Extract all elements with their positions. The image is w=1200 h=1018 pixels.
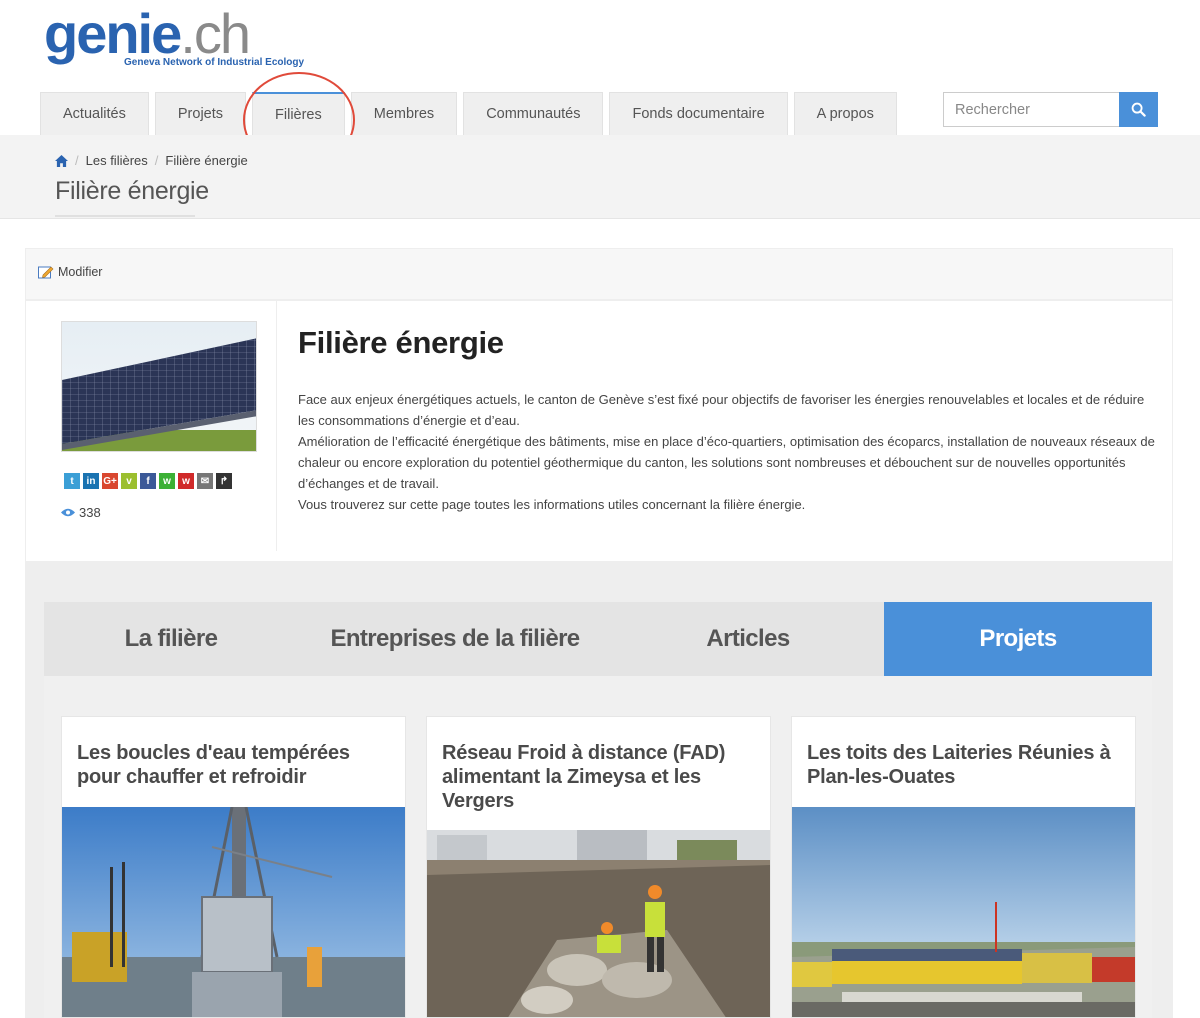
linkedin-icon[interactable]: in	[83, 473, 99, 489]
breadcrumb-item-filieres[interactable]: Les filières	[86, 153, 148, 168]
twitter-icon[interactable]: t	[64, 473, 80, 489]
tab-projets[interactable]: Projets	[884, 602, 1152, 676]
tabs-section: La filière Entreprises de la filière Art…	[25, 562, 1173, 1018]
project-card[interactable]: Réseau Froid à distance (FAD) alimentant…	[426, 716, 771, 1018]
card-title: Les toits des Laiteries Réunies à Plan-l…	[807, 742, 1111, 788]
search-button[interactable]	[1119, 92, 1158, 127]
nav-tab-communautes[interactable]: Communautés	[463, 92, 604, 135]
nav-tab-actualites[interactable]: Actualités	[40, 92, 149, 135]
nav-tab-filieres[interactable]: Filières	[252, 92, 345, 135]
card-image	[62, 807, 405, 1017]
search-box	[943, 92, 1158, 127]
nav-tab-a-propos[interactable]: A propos	[793, 92, 897, 135]
search-icon	[1131, 102, 1146, 117]
card-image	[792, 807, 1135, 1017]
googleplus-icon[interactable]: G+	[102, 473, 118, 489]
solar-panels-image	[61, 321, 257, 452]
page-title: Filière énergie	[55, 177, 209, 205]
project-card[interactable]: Les toits des Laiteries Réunies à Plan-l…	[791, 716, 1136, 1018]
email-icon[interactable]: ✉	[197, 473, 213, 489]
edit-bar: Modifier	[25, 248, 1173, 300]
cards-grid: Les boucles d'eau tempérées pour chauffe…	[44, 676, 1152, 1018]
facebook-icon[interactable]: f	[140, 473, 156, 489]
info-paragraph: Vous trouverez sur cette page toutes les…	[298, 497, 806, 512]
card-image	[427, 830, 770, 1017]
main-nav: Actualités Projets Filières Membres Comm…	[40, 92, 897, 135]
nav-tab-fonds-documentaire[interactable]: Fonds documentaire	[609, 92, 788, 135]
share-icon[interactable]: ↱	[216, 473, 232, 489]
weibo-icon[interactable]: w	[178, 473, 194, 489]
card-title: Réseau Froid à distance (FAD) alimentant…	[442, 742, 726, 812]
site-header: genie.ch Geneva Network of Industrial Ec…	[0, 0, 1200, 135]
info-paragraph: Amélioration de l’efficacité énergétique…	[298, 434, 1155, 491]
breadcrumb-item-current: Filière énergie	[165, 153, 248, 168]
title-band: / Les filières / Filière énergie Filière…	[0, 135, 1200, 219]
info-description: Face aux enjeux énergétiques actuels, le…	[298, 389, 1158, 515]
info-panel: t in G+ v f w w ✉ ↱ 338 Filière énergie …	[25, 300, 1173, 562]
content-tabs: La filière Entreprises de la filière Art…	[44, 602, 1152, 676]
share-bar: t in G+ v f w w ✉ ↱	[64, 473, 232, 489]
wechat-icon[interactable]: w	[159, 473, 175, 489]
edit-label: Modifier	[58, 265, 103, 279]
edit-button[interactable]: Modifier	[38, 265, 102, 279]
info-paragraph: Face aux enjeux énergétiques actuels, le…	[298, 392, 1145, 428]
eye-icon	[61, 508, 75, 517]
nav-tab-membres[interactable]: Membres	[350, 92, 458, 135]
logo-prefix: genie	[44, 2, 182, 65]
tab-articles[interactable]: Articles	[612, 602, 884, 676]
home-icon[interactable]	[55, 154, 68, 167]
info-title: Filière énergie	[298, 325, 504, 360]
view-count-value: 338	[79, 505, 101, 520]
logo-tagline: Geneva Network of Industrial Ecology	[124, 57, 305, 68]
project-card[interactable]: Les boucles d'eau tempérées pour chauffe…	[61, 716, 406, 1018]
viadeo-icon[interactable]: v	[121, 473, 137, 489]
edit-icon	[38, 266, 54, 279]
search-input[interactable]	[943, 92, 1119, 127]
site-logo[interactable]: genie.ch Geneva Network of Industrial Ec…	[44, 2, 304, 72]
nav-tab-projets[interactable]: Projets	[154, 92, 247, 135]
breadcrumb: / Les filières / Filière énergie	[55, 153, 248, 168]
title-underline	[55, 215, 195, 217]
card-title: Les boucles d'eau tempérées pour chauffe…	[77, 742, 350, 788]
logo-suffix: .ch	[180, 2, 251, 65]
info-sidebar: t in G+ v f w w ✉ ↱ 338	[26, 301, 277, 551]
tab-la-filiere[interactable]: La filière	[44, 602, 298, 676]
view-count: 338	[61, 505, 101, 520]
tab-entreprises[interactable]: Entreprises de la filière	[298, 602, 612, 676]
